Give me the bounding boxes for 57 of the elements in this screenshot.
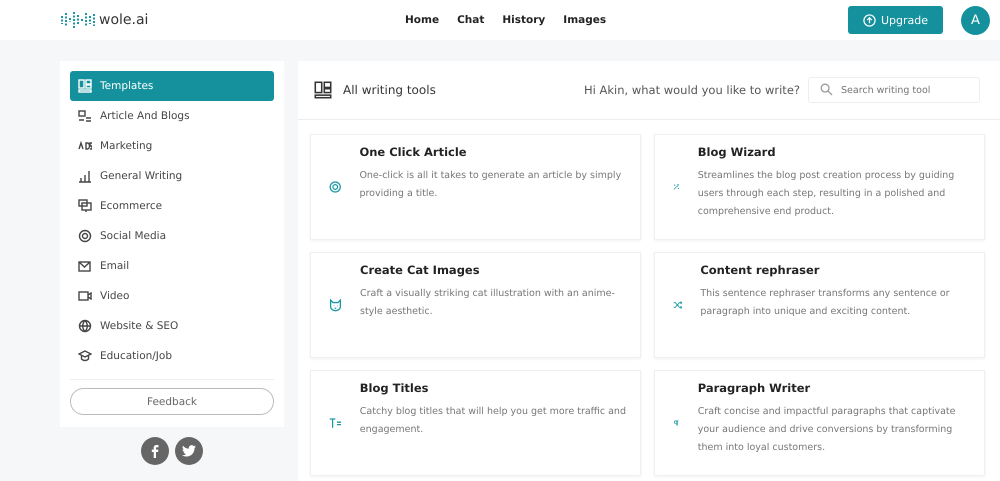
sidebar-item[interactable]: Article And Blogs [70,101,274,131]
cap-icon [78,349,92,363]
card-title: Create Cat Images [360,263,481,277]
nav-link[interactable]: Chat [457,14,484,26]
sidebar-item[interactable]: Templates [70,71,274,101]
card-description: Streamlines the blog post creation process by guiding users through each step, resulting in a polished and comprehensive end product. [698,169,956,219]
bird-icon [182,445,196,457]
sidebar-item[interactable]: Website & SEO [70,311,274,341]
avatar[interactable]: A [961,6,990,34]
card-title: Blog Wizard [698,145,777,159]
feedback-button[interactable]: Feedback [70,388,274,415]
search-field[interactable]: Search writing tool [808,77,980,103]
target-icon [329,179,342,195]
logo-icon [60,10,96,30]
tool-card[interactable]: One Click Article One-click is all it takes to generate an article by simply providing a title. [310,134,641,240]
arrow-up-circle-icon [862,14,876,26]
monitor-icon [78,199,92,213]
tool-card[interactable]: Blog Wizard Streamlines the blog post creation process by guiding users through each step, resulting in a polished and comprehensive end product. [654,134,985,240]
tool-card[interactable]: Create Cat Images Craft a visually striking cat illustration with an anime-style aesthetic. [310,252,641,358]
target-icon [78,229,92,243]
sidebar-item[interactable]: Video [70,281,274,311]
cat-icon [329,297,342,313]
sidebar-item[interactable]: Ecommerce [70,191,274,221]
upgrade-button[interactable]: Upgrade [848,6,943,34]
greeting-text: Hi Akin, what would you like to write? [584,83,800,97]
sidebar-item[interactable]: Marketing [70,131,274,161]
sidebar-item[interactable]: Education/Job [70,341,274,371]
facebook-icon [150,444,160,458]
card-title: Blog Titles [360,381,430,395]
tool-card[interactable]: Content rephraser This sentence rephraser transforms any sentence or paragraph into unique and exciting content. [654,252,985,358]
nav-link[interactable]: History [502,14,546,26]
tool-card[interactable]: Blog Titles Catchy blog titles that will help you get more traffic and engagement. [310,370,641,476]
grid-icon [78,79,92,93]
logo-text: wole.ai [99,12,148,28]
card-title: Content rephraser [700,263,820,277]
panel-title: All writing tools [343,83,436,97]
card-description: This sentence rephraser transforms any sentence or paragraph into unique and exciting content. [700,287,951,319]
blog-icon [78,109,92,123]
card-title: One Click Article [359,145,468,159]
chart-icon [78,169,92,183]
card-description: Catchy blog titles that will help you get more traffic and engagement. [360,405,626,437]
facebook-button[interactable] [141,437,169,465]
card-description: Craft a visually striking cat illustration with an anime-style aesthetic. [360,287,616,319]
nav-link[interactable]: Home [405,14,440,26]
sidebar-item[interactable]: Email [70,251,274,281]
twitter-button[interactable] [175,437,203,465]
nav-link[interactable]: Images [563,14,606,26]
tool-card[interactable]: Paragraph Writer Craft concise and impactful paragraphs that captivate your audience and drive conversions by transforming them into loyal customers. [654,370,985,476]
sidebar-item[interactable]: Social Media [70,221,274,251]
video-icon [78,289,92,303]
grid-icon [314,81,332,99]
sidebar-item[interactable]: General Writing [70,161,274,191]
card-title: Paragraph Writer [698,381,812,395]
card-description: One-click is all it takes to generate an article by simply providing a title. [359,169,622,201]
mail-icon [78,259,92,273]
globe-icon [78,319,92,333]
card-description: Craft concise and impactful paragraphs that captivate your audience and drive conversions by transforming them into loyal customers. [698,405,956,455]
